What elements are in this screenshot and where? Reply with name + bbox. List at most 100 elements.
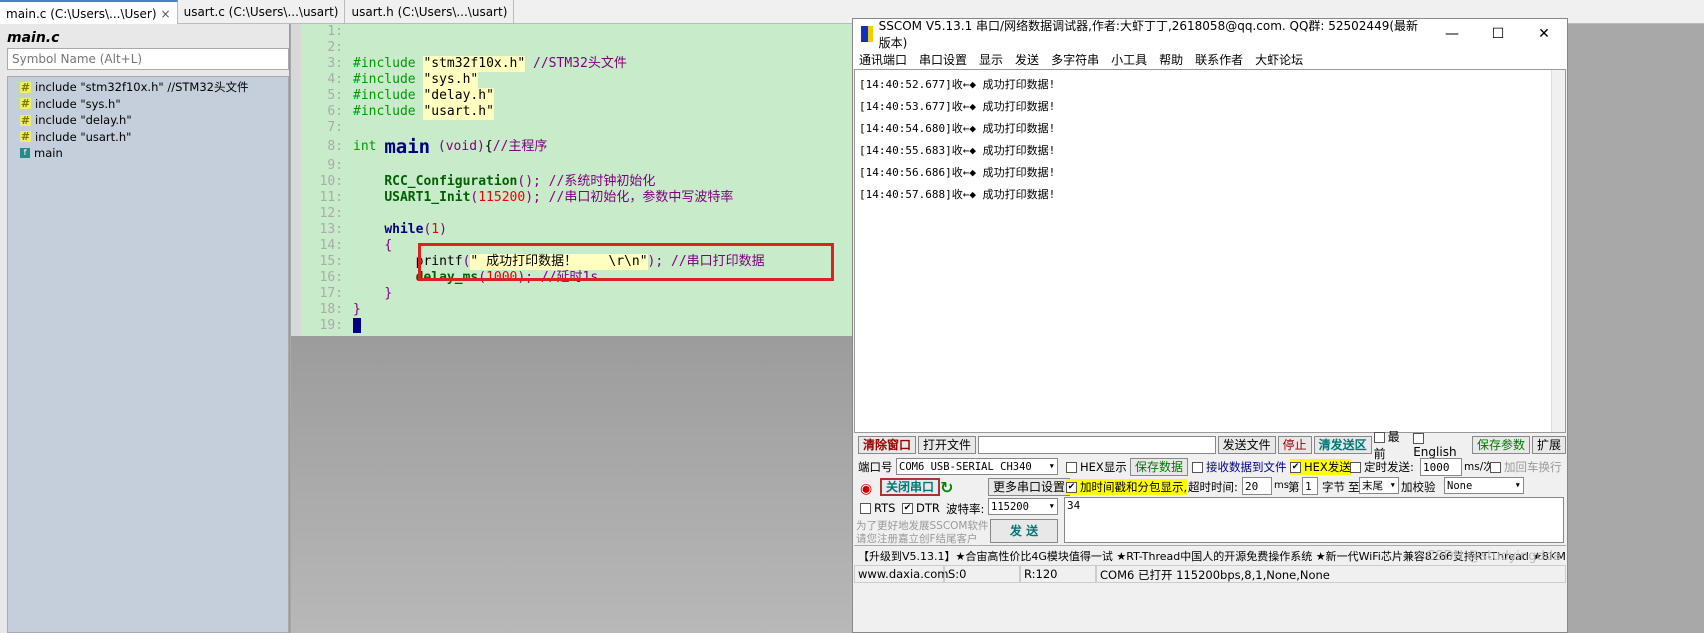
code-token: } — [384, 286, 393, 301]
symbol-item[interactable]: # include "delay.h" — [8, 112, 288, 129]
line-number: 18: — [319, 302, 343, 317]
symbol-item[interactable]: # include "usart.h" — [8, 129, 288, 146]
close-icon[interactable]: × — [161, 7, 171, 21]
scrollbar[interactable] — [1551, 70, 1565, 432]
menu-item[interactable]: 发送 — [1015, 51, 1039, 68]
to-select[interactable]: 末尾 — [1359, 477, 1399, 494]
stop-button[interactable]: 停止 — [1277, 436, 1312, 454]
timed-send-checkbox[interactable]: 定时发送: — [1350, 459, 1414, 475]
code-token: 1 — [431, 222, 440, 237]
send-file-button[interactable]: 发送文件 — [1217, 436, 1276, 454]
title-bar: SSCOM V5.13.1 串口/网络数据调试器,作者:大虾丁丁,2618058… — [853, 19, 1567, 50]
more-settings-button[interactable]: 更多串口设置 — [988, 478, 1071, 496]
code-token: #include — [353, 72, 424, 87]
refresh-icon[interactable]: ↻ — [940, 478, 953, 497]
clear-send-button[interactable]: 清发送区 — [1313, 436, 1372, 454]
code-token: ( — [470, 190, 479, 205]
line-number: 15: — [319, 254, 343, 269]
checkbox-label: 定时发送: — [1364, 460, 1414, 474]
line-number: 11: — [319, 190, 343, 205]
baud-select[interactable]: 115200 — [988, 498, 1058, 515]
status-bar: www.daxia.com S:0 R:120 COM6 已打开 115200b… — [854, 565, 1566, 583]
line-number: 5: — [327, 88, 343, 103]
timestamp-checkbox[interactable]: ✔ 加时间戳和分包显示, — [1066, 479, 1188, 495]
menu-item[interactable]: 显示 — [979, 51, 1003, 68]
file-path-input[interactable] — [978, 436, 1216, 454]
menu-item[interactable]: 帮助 — [1159, 51, 1183, 68]
send-input[interactable]: 34 — [1064, 497, 1564, 543]
timeout-unit: ms — [1274, 480, 1289, 491]
status-site[interactable]: www.daxia.com — [854, 565, 948, 583]
checkbox-label: RTS — [874, 501, 896, 515]
symbol-item[interactable]: # include "stm32f10x.h" //STM32头文件 — [8, 79, 288, 96]
checkbox-label: 接收数据到文件 — [1206, 460, 1287, 474]
save-params-button[interactable]: 保存参数 — [1471, 436, 1530, 454]
byte-unit: 字节 — [1322, 480, 1345, 494]
menu-item[interactable]: 通讯端口 — [859, 51, 907, 68]
menu-item[interactable]: 大虾论坛 — [1255, 51, 1303, 68]
tab-label: main.c (C:\Users\...\User) — [6, 7, 157, 21]
symbol-item[interactable]: f main — [8, 145, 288, 162]
checkbox-icon — [1350, 461, 1361, 473]
receive-area[interactable]: [14:40:52.677]收←◆ 成功打印数据! [14:40:53.677]… — [854, 69, 1566, 433]
byte-input[interactable]: 1 — [1302, 477, 1318, 495]
checkbox-icon — [860, 502, 871, 514]
control-panel: 端口号 COM6 USB-SERIAL CH340 HEX显示 保存数据 接收数… — [854, 457, 1566, 545]
code-editor[interactable]: 1: 2: 3: #include "stm32f10x.h" //STM32头文… — [301, 24, 852, 336]
line-number: 12: — [319, 206, 343, 221]
hex-send-checkbox[interactable]: ✔ HEX发送 — [1290, 459, 1351, 475]
symbol-search-input[interactable] — [7, 48, 289, 70]
port-select[interactable]: COM6 USB-SERIAL CH340 — [896, 458, 1058, 475]
code-token: ( — [423, 222, 432, 237]
menu-item[interactable]: 多字符串 — [1051, 51, 1099, 68]
code-token: 115200 — [478, 190, 526, 205]
tab-main-c[interactable]: main.c (C:\Users\...\User) × — [0, 0, 178, 24]
rts-checkbox[interactable]: RTS — [860, 501, 895, 515]
maximize-icon[interactable]: ☐ — [1475, 26, 1521, 42]
watermark: CSDN @studyingdda — [1426, 549, 1561, 564]
menu-item[interactable]: 串口设置 — [919, 51, 967, 68]
add-crlf-checkbox[interactable]: 加回车换行 — [1490, 459, 1562, 475]
checkbox-icon — [1373, 432, 1385, 443]
code-comment: //系统时钟初始化 — [540, 174, 656, 189]
dtr-checkbox[interactable]: ✔ DTR — [902, 501, 940, 515]
expand-button[interactable]: 扩展 — [1531, 436, 1566, 454]
line-number: 1: — [327, 24, 343, 39]
status-recv: R:120 — [1020, 565, 1096, 583]
minimize-icon[interactable]: — — [1429, 26, 1475, 42]
checkbox-checked-icon: ✔ — [1066, 481, 1077, 493]
interval-input[interactable]: 1000 — [1420, 458, 1462, 476]
tab-usart-h[interactable]: usart.h (C:\Users\...\usart) — [345, 0, 515, 24]
clear-window-button[interactable]: 清除窗口 — [858, 436, 917, 454]
open-file-button[interactable]: 打开文件 — [918, 436, 977, 454]
menu-item[interactable]: 小工具 — [1111, 51, 1147, 68]
include-icon: # — [20, 97, 31, 111]
line-number: 19: — [319, 318, 343, 333]
line-number: 16: — [319, 270, 343, 285]
code-token: (void) — [430, 139, 485, 154]
symbol-item[interactable]: # include "sys.h" — [8, 96, 288, 113]
port-label: 端口号 — [858, 460, 893, 474]
include-icon: # — [20, 113, 31, 127]
symbol-label: include "usart.h" — [35, 129, 132, 144]
timeout-input[interactable]: 20 — [1242, 477, 1272, 495]
checkbox-checked-icon: ✔ — [902, 502, 913, 514]
symbol-label: include "delay.h" — [35, 113, 132, 128]
close-icon[interactable]: ✕ — [1521, 26, 1567, 42]
line-number: 7: — [327, 120, 343, 135]
hex-display-checkbox[interactable]: HEX显示 — [1066, 459, 1127, 475]
menu-item[interactable]: 联系作者 — [1195, 51, 1243, 68]
checkbox-label: DTR — [916, 501, 940, 515]
close-port-button[interactable]: 关闭串口 — [880, 478, 941, 496]
recv-to-file-checkbox[interactable]: 接收数据到文件 — [1192, 459, 1287, 475]
tab-usart-c[interactable]: usart.c (C:\Users\...\usart) — [178, 0, 346, 24]
checkbox-icon — [1066, 461, 1077, 473]
code-token: RCC_Configuration — [384, 174, 518, 189]
code-comment: //串口初始化，参数中写波特率 — [540, 190, 734, 205]
send-button[interactable]: 发 送 — [990, 519, 1058, 543]
status-sent: S:0 — [944, 565, 1020, 583]
checksum-select[interactable]: None — [1444, 477, 1524, 494]
english-checkbox[interactable]: English — [1413, 431, 1470, 459]
save-data-button[interactable]: 保存数据 — [1130, 458, 1189, 476]
code-token: main — [384, 136, 431, 158]
